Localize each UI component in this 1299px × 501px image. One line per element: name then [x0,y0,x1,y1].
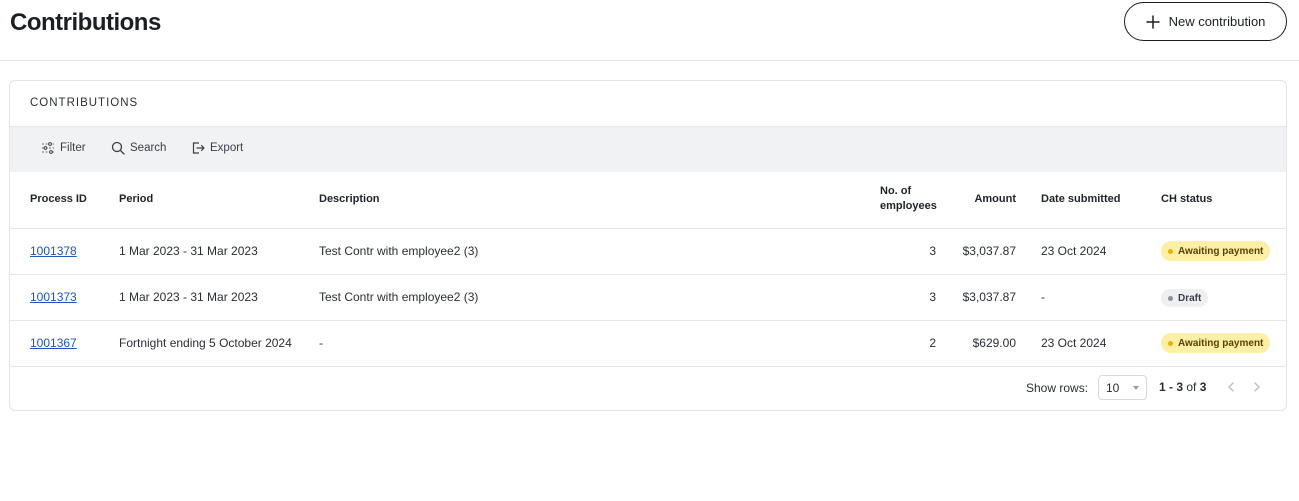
export-button[interactable]: Export [191,141,243,155]
table-header: Process ID Period Description No. of emp… [10,172,1286,229]
table-row[interactable]: 1001378 1 Mar 2023 - 31 Mar 2023 Test Co… [10,229,1286,275]
header-amount[interactable]: Amount [950,192,1016,207]
amount-cell: $629.00 [972,336,1016,350]
header-period[interactable]: Period [119,192,153,207]
filter-button[interactable]: Filter [41,141,86,155]
header-process-id[interactable]: Process ID [30,192,87,207]
rows-per-page-value: 10 [1106,380,1120,395]
date-submitted-cell: 23 Oct 2024 [1041,336,1107,350]
amount-cell: $3,037.87 [962,290,1016,304]
search-button[interactable]: Search [111,141,166,155]
status-label: Awaiting payment [1178,337,1264,349]
header-description[interactable]: Description [319,192,380,207]
next-page-button[interactable] [1250,380,1264,394]
employees-cell: 3 [929,290,936,304]
table-row[interactable]: 1001373 1 Mar 2023 - 31 Mar 2023 Test Co… [10,275,1286,321]
employees-cell: 2 [929,336,936,350]
chevron-down-icon [1133,386,1139,390]
status-dot [1168,248,1173,254]
sliders-icon [42,142,54,154]
process-id-link[interactable]: 1001367 [30,336,77,350]
chevron-right-icon [1254,382,1260,392]
period-cell: Fortnight ending 5 October 2024 [119,336,292,350]
table-toolbar: Filter Search Export [10,126,1286,172]
period-cell: 1 Mar 2023 - 31 Mar 2023 [119,244,258,258]
search-label: Search [130,142,167,154]
description-cell: Test Contr with employee2 (3) [319,290,479,304]
header-employees[interactable]: No. of employees [880,184,937,214]
show-rows-label: Show rows: [1026,381,1089,395]
header-employees-line1: No. of [880,185,912,197]
amount-cell: $3,037.87 [962,244,1016,258]
table-footer: Show rows: 10 1 - 3 of 3 [10,366,1286,410]
plus-icon [1145,14,1160,29]
header-date-submitted[interactable]: Date submitted [1041,192,1120,207]
range-total: 3 [1199,380,1207,394]
pagination-range: 1 - 3 of 3 [1159,380,1206,394]
header-employees-line2: employees [880,200,937,212]
header-status[interactable]: CH status [1161,192,1212,207]
status-badge: Awaiting payment [1161,241,1271,261]
table-row[interactable]: 1001367 Fortnight ending 5 October 2024 … [10,321,1286,367]
status-dot [1168,340,1173,346]
search-icon [111,141,125,155]
status-badge: Draft [1161,289,1209,307]
description-cell: Test Contr with employee2 (3) [319,244,479,258]
new-contribution-label: New contribution [1168,14,1266,29]
new-contribution-button[interactable]: New contribution [1124,2,1287,41]
contributions-card: CONTRIBUTIONS Filter Search Export Proce… [9,80,1287,411]
process-id-link[interactable]: 1001378 [30,244,77,258]
status-dot [1168,295,1173,301]
previous-page-button[interactable] [1224,380,1238,394]
description-cell: - [319,336,323,350]
page-title: Contributions [10,9,161,36]
status-label: Awaiting payment [1178,245,1264,257]
employees-cell: 3 [929,244,936,258]
status-badge: Awaiting payment [1161,333,1271,353]
card-title: CONTRIBUTIONS [30,97,139,109]
date-submitted-cell: 23 Oct 2024 [1041,244,1107,258]
rows-per-page-select[interactable]: 10 [1098,375,1147,400]
range-of: of [1186,380,1197,394]
filter-label: Filter [60,142,86,154]
status-label: Draft [1178,292,1202,304]
date-submitted-cell: - [1041,290,1045,304]
chevron-left-icon [1228,382,1234,392]
export-label: Export [210,142,244,154]
page-header: Contributions New contribution [0,0,1299,61]
process-id-link[interactable]: 1001373 [30,290,77,304]
period-cell: 1 Mar 2023 - 31 Mar 2023 [119,290,258,304]
export-icon [192,142,205,154]
range-value: 1 - 3 [1159,380,1184,394]
